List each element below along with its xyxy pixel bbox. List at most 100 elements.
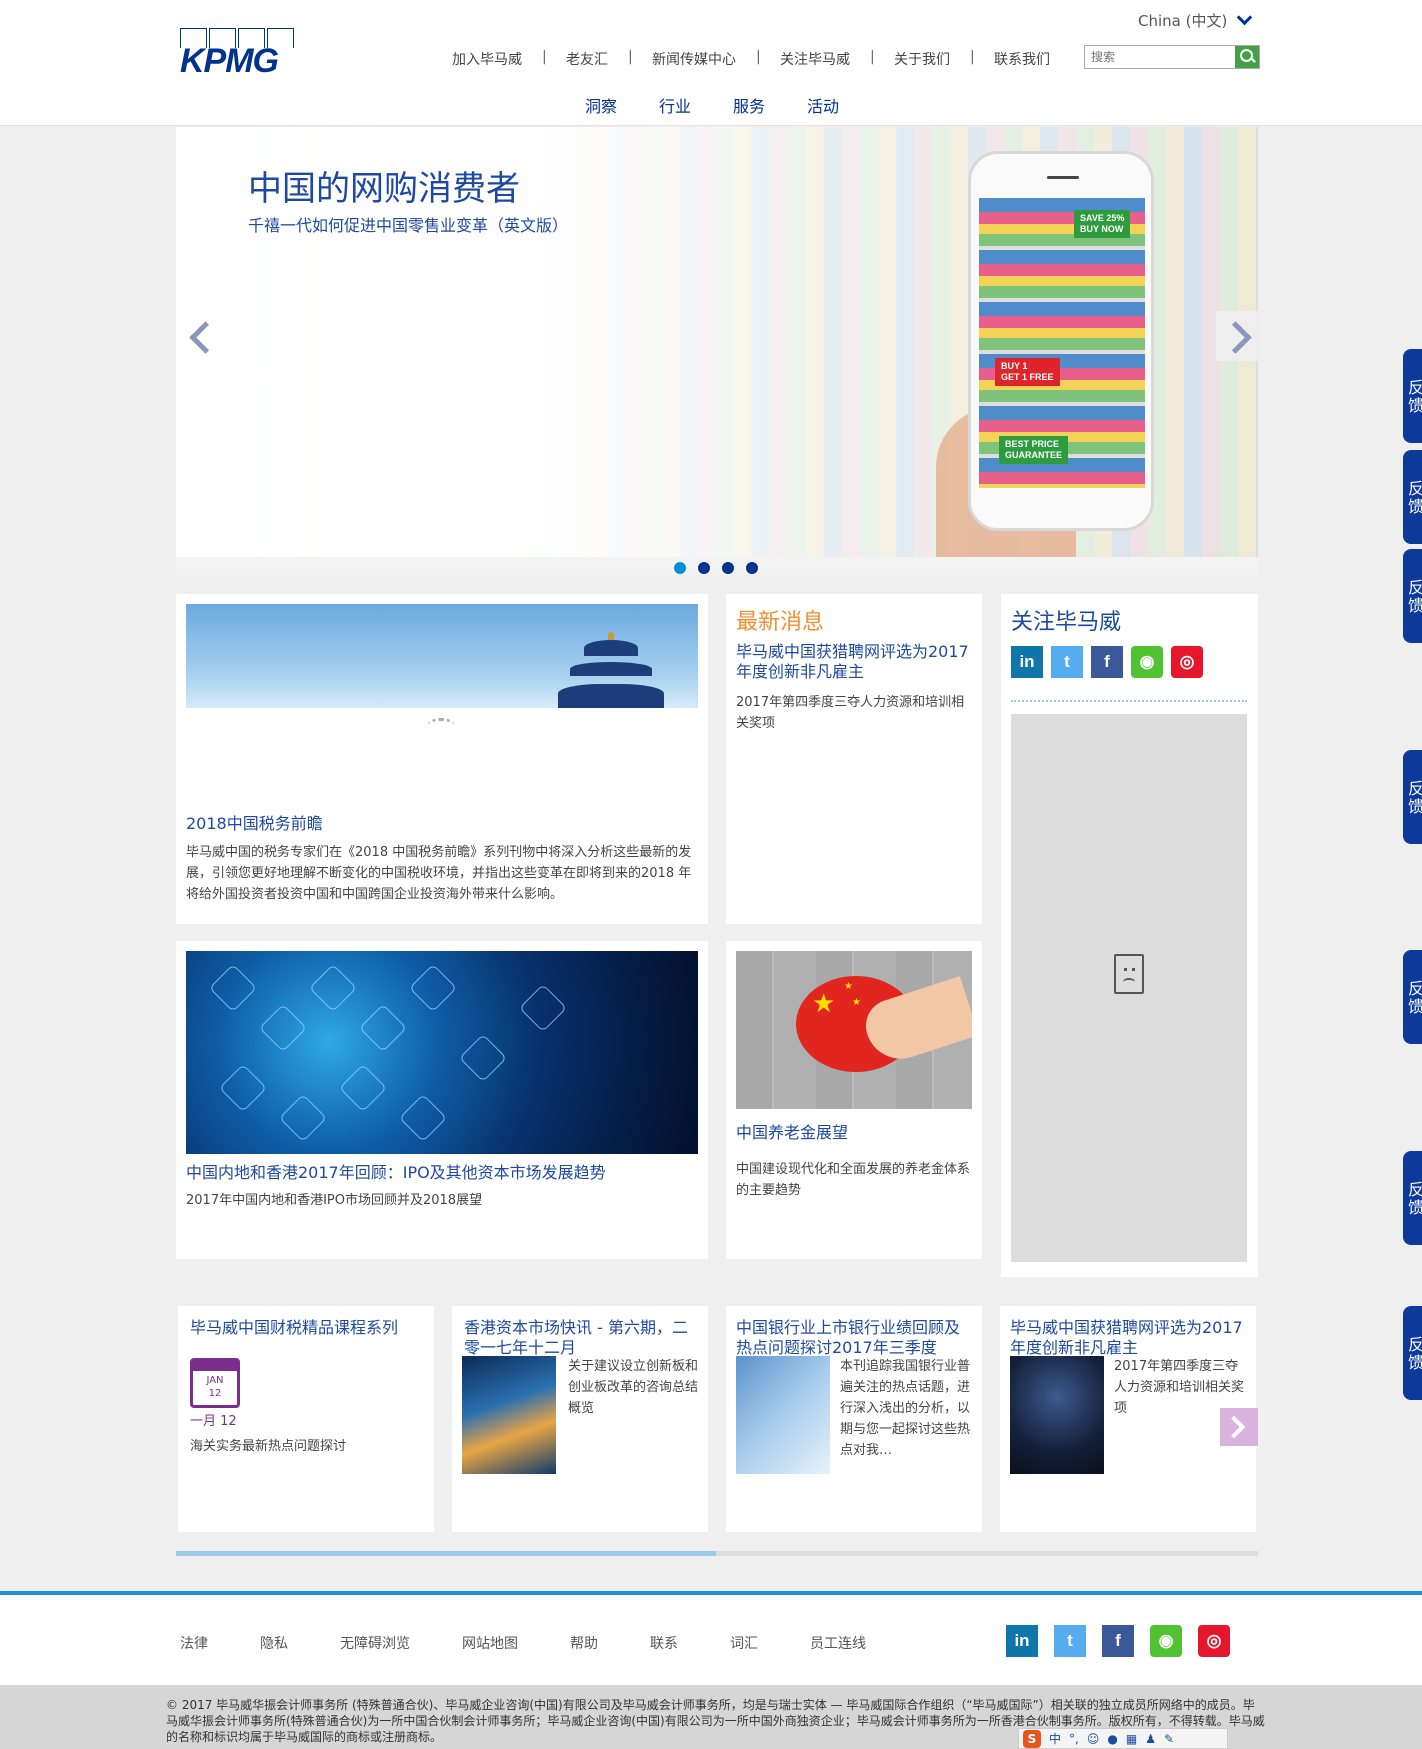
top-nav-join[interactable]: 加入毕马威 xyxy=(430,49,544,69)
language-selector[interactable]: China (中文) xyxy=(1138,9,1253,31)
event-title[interactable]: 毕马威中国财税精品课程系列 xyxy=(190,1318,422,1338)
event-card-4[interactable]: 毕马威中国获猎聘网评选为2017年度创新非凡雇主 2017年第四季度三夺人力资源… xyxy=(1000,1306,1256,1532)
events-scrollbar[interactable] xyxy=(176,1551,1258,1556)
feature-title[interactable]: 中国养老金展望 xyxy=(736,1123,848,1143)
wechat-icon[interactable]: ◉ xyxy=(1150,1625,1182,1657)
footer-link-contact[interactable]: 联系 xyxy=(650,1633,678,1653)
keyboard-icon[interactable]: ▦ xyxy=(1126,1732,1137,1746)
embed-placeholder xyxy=(1011,714,1247,1262)
feature-card-tax[interactable]: 2018中国税务前瞻 毕马威中国的税务专家们在《2018 中国税务前瞻》系列刊物… xyxy=(176,594,708,924)
language-label: China (中文) xyxy=(1138,12,1228,30)
carousel-dot-1[interactable] xyxy=(674,562,686,574)
calendar-month: JAN xyxy=(206,1375,224,1386)
sogou-icon[interactable]: S xyxy=(1023,1729,1041,1748)
wrench-icon[interactable]: ✎ xyxy=(1164,1732,1174,1746)
footer-link-privacy[interactable]: 隐私 xyxy=(260,1633,288,1653)
ime-toolbar[interactable]: S 中 °, ☺ ● ▦ ♟ ✎ xyxy=(1018,1728,1228,1749)
punctuation-icon[interactable]: °, xyxy=(1069,1732,1079,1746)
feature-title[interactable]: 中国内地和香港2017年回顾：IPO及其他资本市场发展趋势 xyxy=(186,1163,606,1183)
tag-save: SAVE 25% BUY NOW xyxy=(1074,210,1131,238)
hero-carousel[interactable]: SAVE 25% BUY NOW BUY 1 GET 1 FREE BEST P… xyxy=(176,127,1258,557)
feedback-tab[interactable]: 反馈 xyxy=(1403,950,1422,1044)
footer-link-help[interactable]: 帮助 xyxy=(570,1633,598,1653)
hero-subtitle[interactable]: 千禧一代如何促进中国零售业变革（英文版） xyxy=(248,212,568,236)
wechat-icon[interactable]: ◉ xyxy=(1131,646,1163,678)
hero-title[interactable]: 中国的网购消费者 xyxy=(248,161,520,210)
event-title[interactable]: 毕马威中国获猎聘网评选为2017年度创新非凡雇主 xyxy=(1010,1318,1246,1358)
feedback-tab[interactable]: 反馈 xyxy=(1403,1306,1422,1400)
events-next-icon[interactable] xyxy=(1220,1408,1258,1446)
linkedin-icon[interactable]: in xyxy=(1011,646,1043,678)
carousel-dot-2[interactable] xyxy=(698,562,710,574)
feedback-tab[interactable]: 反馈 xyxy=(1403,450,1422,544)
latest-news-heading: 最新消息 xyxy=(736,610,825,635)
loading-spinner-icon xyxy=(428,718,454,732)
feedback-tab[interactable]: 反馈 xyxy=(1403,1151,1422,1245)
temple-image xyxy=(186,604,698,708)
phone-speaker xyxy=(1047,176,1079,179)
top-nav-contact[interactable]: 联系我们 xyxy=(970,49,1072,69)
event-date: 一月 12 xyxy=(190,1414,237,1429)
logo-text: KPMG xyxy=(180,42,279,80)
top-nav-about[interactable]: 关于我们 xyxy=(870,49,972,69)
carousel-dots xyxy=(176,557,1258,575)
footer-link-legal[interactable]: 法律 xyxy=(180,1633,208,1653)
latest-news-body: 2017年第四季度三夺人力资源和培训相关奖项 xyxy=(736,695,965,731)
facebook-icon[interactable]: f xyxy=(1091,646,1123,678)
footer-link-sitemap[interactable]: 网站地图 xyxy=(462,1633,518,1653)
feature-card-ipo[interactable]: 中国内地和香港2017年回顾：IPO及其他资本市场发展趋势 2017年中国内地和… xyxy=(176,941,708,1259)
feedback-tab[interactable]: 反馈 xyxy=(1403,349,1422,443)
search-icon[interactable] xyxy=(1235,46,1259,68)
skin-icon[interactable]: ♟ xyxy=(1145,1732,1156,1746)
event-card-1[interactable]: 毕马威中国财税精品课程系列 JAN 12 一月 12 海关实务最新热点问题探讨 xyxy=(178,1306,434,1532)
feature-card-pension[interactable]: ★ ★ ★ 中国养老金展望 中国建设现代化和全面发展的养老金体系的主要趋势 xyxy=(726,941,982,1259)
linkedin-icon[interactable]: in xyxy=(1006,1625,1038,1657)
top-nav-follow[interactable]: 关注毕马威 xyxy=(756,49,872,69)
phone-screen: SAVE 25% BUY NOW BUY 1 GET 1 FREE BEST P… xyxy=(979,198,1145,488)
ime-mode[interactable]: 中 xyxy=(1049,1730,1061,1747)
main-nav-events[interactable]: 活动 xyxy=(807,93,839,117)
broken-page-icon xyxy=(1114,954,1144,994)
search-input[interactable] xyxy=(1085,46,1235,68)
calendar-day: 12 xyxy=(208,1388,222,1399)
follow-card: 关注毕马威 in t f ◉ ◎ xyxy=(1001,594,1258,1277)
phone-image: SAVE 25% BUY NOW BUY 1 GET 1 FREE BEST P… xyxy=(968,151,1154,531)
carousel-next-icon[interactable] xyxy=(1216,311,1258,361)
kpmg-logo[interactable]: KPMG xyxy=(180,28,298,80)
carousel-prev-icon[interactable] xyxy=(180,311,222,361)
event-card-3[interactable]: 中国银行业上市银行业绩回顾及热点问题探讨2017年三季度 本刊追踪我国银行业普遍… xyxy=(726,1306,982,1532)
follow-icons: in t f ◉ ◎ xyxy=(1011,646,1211,678)
feedback-tab[interactable]: 反馈 xyxy=(1403,750,1422,844)
latest-news-card[interactable]: 最新消息 毕马威中国获猎聘网评选为2017年度创新非凡雇主 2017年第四季度三… xyxy=(726,594,982,924)
feature-title[interactable]: 2018中国税务前瞻 xyxy=(186,814,323,834)
top-nav-media[interactable]: 新闻传媒中心 xyxy=(628,49,758,69)
emoji-icon[interactable]: ☺ xyxy=(1087,1732,1100,1746)
feature-body: 中国建设现代化和全面发展的养老金体系的主要趋势 xyxy=(736,1162,971,1198)
event-title[interactable]: 香港资本市场快讯 - 第六期，二零一七年十二月 xyxy=(464,1318,696,1358)
weibo-icon[interactable]: ◎ xyxy=(1171,646,1203,678)
footer-link-staff[interactable]: 员工连线 xyxy=(810,1633,866,1653)
top-nav-alumni[interactable]: 老友汇 xyxy=(542,49,630,69)
facebook-icon[interactable]: f xyxy=(1102,1625,1134,1657)
event-thumbnail xyxy=(1010,1356,1104,1474)
event-body: 关于建议设立创新板和创业板改革的咨询总结概览 xyxy=(568,1359,699,1416)
event-title[interactable]: 中国银行业上市银行业绩回顾及热点问题探讨2017年三季度 xyxy=(736,1318,972,1358)
weibo-icon[interactable]: ◎ xyxy=(1198,1625,1230,1657)
latest-news-title[interactable]: 毕马威中国获猎聘网评选为2017年度创新非凡雇主 xyxy=(736,642,972,682)
twitter-icon[interactable]: t xyxy=(1051,646,1083,678)
event-card-2[interactable]: 香港资本市场快讯 - 第六期，二零一七年十二月 关于建议设立创新板和创业板改革的… xyxy=(452,1306,708,1532)
search-box xyxy=(1084,45,1260,69)
events-scroll-thumb[interactable] xyxy=(176,1551,716,1556)
twitter-icon[interactable]: t xyxy=(1054,1625,1086,1657)
feedback-tab[interactable]: 反馈 xyxy=(1403,549,1422,643)
carousel-dot-3[interactable] xyxy=(722,562,734,574)
carousel-dot-4[interactable] xyxy=(746,562,758,574)
main-nav: 洞察 行业 服务 活动 xyxy=(585,93,839,117)
main-nav-insights[interactable]: 洞察 xyxy=(585,93,617,117)
main-nav-industries[interactable]: 行业 xyxy=(659,93,691,117)
main-nav-services[interactable]: 服务 xyxy=(733,93,765,117)
footer-link-glossary[interactable]: 词汇 xyxy=(730,1633,758,1653)
mic-icon[interactable]: ● xyxy=(1107,1732,1117,1746)
footer-link-accessibility[interactable]: 无障碍浏览 xyxy=(340,1633,410,1653)
chevron-down-icon xyxy=(1237,9,1253,26)
